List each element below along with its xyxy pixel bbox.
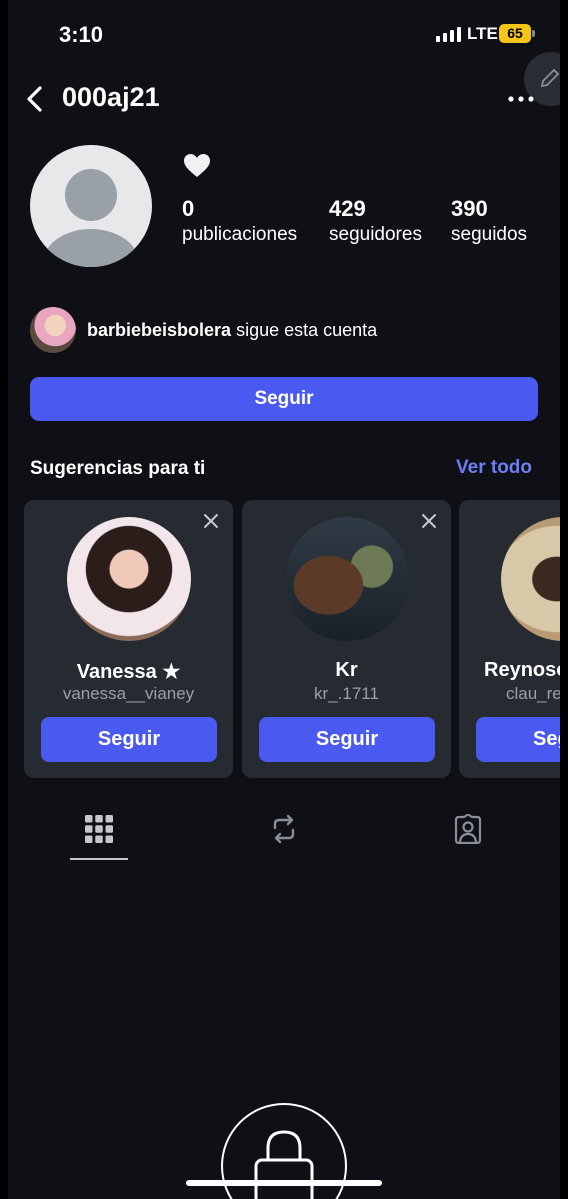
suggestion-name: Reynoso [484,659,560,681]
tab-reposts[interactable] [255,808,313,860]
signal-icon [436,26,461,42]
suggestion-avatar [501,517,560,641]
status-time: 3:10 [59,22,104,47]
battery-icon: 65 [499,24,535,43]
profile-screen: 3:10 LTE 65 000aj21 0 publicaciones 429 … [8,0,560,1199]
status-bar: 3:10 LTE 65 [8,0,560,70]
heart-icon [184,154,210,177]
posts-stat: 0 publicaciones [182,197,297,249]
following-label: seguidos [451,224,528,245]
profile-avatar[interactable] [30,145,152,267]
suggestion-card[interactable]: Kr kr_.1711 Seguir [242,500,451,778]
repost-icon [273,814,295,844]
suggestion-handle: kr_.1711 [314,684,379,703]
suggestion-avatar [67,517,191,641]
mutual-follower-username: barbiebeisbolera [87,319,232,340]
suggestion-name: Kr [335,659,358,681]
tab-tagged[interactable] [439,808,497,860]
home-indicator [186,1180,382,1186]
suggestion-card[interactable]: Reynoso clau_re Seguir [459,500,560,778]
followers-label: seguidores [329,224,422,245]
following-stat[interactable]: 390 seguidos [451,197,527,249]
suggestion-handle: clau_re [506,684,560,703]
suggestions-title: Sugerencias para ti [30,458,206,479]
mutual-follower-row[interactable]: barbiebeisbolera sigue esta cuenta [30,306,377,354]
grid-icon [85,815,113,843]
top-bar: 000aj21 [8,78,560,122]
suggestion-card[interactable]: Vanessa ★ vanessa__vianey Seguir [24,500,233,778]
posts-label: publicaciones [182,224,298,245]
mutual-follower-avatar [30,307,76,353]
mutual-follower-caption: sigue esta cuenta [236,319,378,340]
suggestion-handle: vanessa__vianey [62,684,195,703]
default-avatar-icon [43,169,139,267]
page-title: 000aj21 [62,82,160,112]
more-icon[interactable] [506,84,536,114]
suggestion-avatar [285,517,409,641]
follow-button[interactable]: Seguir [30,377,538,421]
network-label: LTE [467,24,498,43]
tagged-icon [454,814,482,844]
suggestion-follow-button[interactable]: Seguir [259,717,435,762]
chevron-left-icon[interactable] [20,84,50,114]
see-all-link[interactable]: Ver todo [456,457,532,479]
lock-icon [254,1130,314,1199]
close-icon[interactable] [203,513,219,529]
posts-count: 0 [182,196,195,221]
suggestion-follow-button[interactable]: Seguir [476,717,560,762]
suggestion-name: Vanessa ★ [76,661,181,683]
followers-stat[interactable]: 429 seguidores [329,197,422,249]
suggestion-follow-button[interactable]: Seguir [41,717,217,762]
close-icon[interactable] [421,513,437,529]
followers-count: 429 [329,196,366,221]
mutual-follower-text: barbiebeisbolera sigue esta cuenta [87,320,377,341]
profile-tabs [8,808,560,864]
tab-posts[interactable] [70,808,128,860]
following-count: 390 [451,196,488,221]
